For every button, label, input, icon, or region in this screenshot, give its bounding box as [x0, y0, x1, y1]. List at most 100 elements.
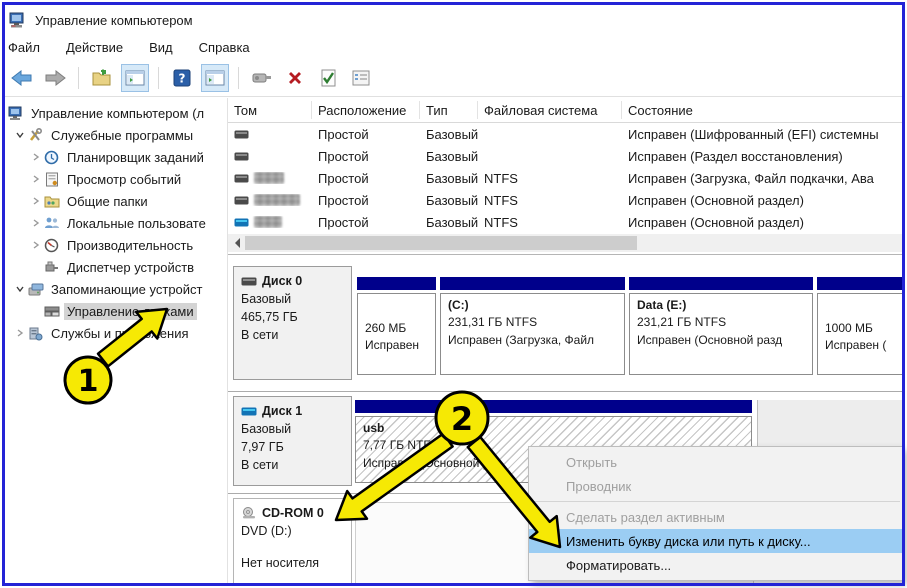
volume-row[interactable]: Простой Базовый Исправен (Раздел восстан… [228, 145, 902, 167]
sidebar-item-performance[interactable]: Производительность [5, 234, 227, 256]
horizontal-scrollbar[interactable] [228, 234, 902, 252]
chevron-down-icon[interactable] [13, 130, 27, 140]
sidebar-item-label: Производительность [64, 237, 196, 254]
help-button[interactable]: ? [168, 64, 196, 92]
users-icon [43, 216, 60, 230]
properties-button[interactable] [347, 64, 375, 92]
column-header-status[interactable]: Состояние [622, 101, 902, 119]
scrollbar-thumb[interactable] [245, 236, 637, 250]
partition-color-bar [440, 277, 625, 290]
sidebar-item-local-users[interactable]: Локальные пользовате [5, 212, 227, 234]
removable-volume-icon [234, 218, 249, 227]
disk0-size: 465,75 ГБ [241, 308, 344, 326]
disk1-info[interactable]: Диск 1 Базовый 7,97 ГБ В сети [233, 396, 352, 486]
sidebar-item-event-viewer[interactable]: Просмотр событий [5, 168, 227, 190]
partition-context-menu: Открыть Проводник Сделать раздел активны… [528, 446, 903, 581]
partition-c[interactable]: (C:) 231,31 ГБ NTFS Исправен (Загрузка, … [440, 277, 625, 375]
computer-management-window: Управление компьютером Файл Действие Вид… [0, 0, 907, 588]
back-button[interactable] [8, 64, 36, 92]
show-tree-pane-icon [125, 70, 145, 86]
chevron-right-icon[interactable] [29, 240, 43, 250]
console-icon [252, 71, 272, 85]
disk-management-icon [43, 305, 60, 317]
toolbar-separator [238, 67, 239, 89]
volume-icon [234, 130, 249, 139]
volume-icon [234, 196, 249, 205]
storage-icon [27, 282, 44, 296]
partition-color-bar [817, 277, 902, 290]
forward-icon [44, 70, 66, 86]
column-header-type[interactable]: Тип [420, 101, 478, 119]
title-bar: Управление компьютером [8, 8, 193, 32]
menu-view[interactable]: Вид [149, 40, 173, 55]
sidebar-item-computer-management[interactable]: Управление компьютером (л [5, 102, 227, 124]
sidebar-item-label: Планировщик заданий [64, 149, 207, 166]
open-folder-button[interactable] [88, 64, 116, 92]
sidebar-item-device-manager[interactable]: Диспетчер устройств [5, 256, 227, 278]
menu-item-change-drive-letter[interactable]: Изменить букву диска или путь к диску... [529, 529, 902, 553]
check-disk-button[interactable] [314, 64, 342, 92]
services-icon [27, 326, 44, 341]
disk1-type: Базовый [241, 420, 344, 438]
column-header-layout[interactable]: Расположение [312, 101, 420, 119]
forward-button[interactable] [41, 64, 69, 92]
back-icon [11, 70, 33, 86]
show-tree-pane-button[interactable] [121, 64, 149, 92]
disk0-status: В сети [241, 326, 344, 344]
device-manager-icon [43, 260, 60, 274]
redacted-volume-name [254, 216, 282, 228]
console-button[interactable] [248, 64, 276, 92]
disk1-size: 7,97 ГБ [241, 438, 344, 456]
chevron-down-icon[interactable] [13, 284, 27, 294]
sidebar-item-task-scheduler[interactable]: Планировщик заданий [5, 146, 227, 168]
menu-file[interactable]: Файл [8, 40, 40, 55]
volume-row[interactable]: Простой Базовый NTFS Исправен (Загрузка,… [228, 167, 902, 189]
menu-help[interactable]: Справка [199, 40, 250, 55]
partition-system[interactable]: 260 МБ Исправен [357, 277, 436, 375]
sidebar-item-disk-management[interactable]: Управление дисками [5, 300, 227, 322]
menu-item-explorer[interactable]: Проводник [529, 474, 902, 498]
sidebar-item-label: Просмотр событий [64, 171, 184, 188]
partition-data-e[interactable]: Data (E:) 231,21 ГБ NTFS Исправен (Основ… [629, 277, 813, 375]
partition-color-bar [357, 277, 436, 290]
sidebar-item-services-apps[interactable]: Службы и приложения [5, 322, 227, 344]
chevron-right-icon[interactable] [29, 174, 43, 184]
volume-list: Том Расположение Тип Файловая система Со… [228, 98, 902, 234]
disk0-info[interactable]: Диск 0 Базовый 465,75 ГБ В сети [233, 266, 352, 380]
sidebar-item-shared-folders[interactable]: Общие папки [5, 190, 227, 212]
delete-button[interactable] [281, 64, 309, 92]
menu-item-open[interactable]: Открыть [529, 450, 902, 474]
volume-icon [234, 152, 249, 161]
chevron-right-icon[interactable] [29, 196, 43, 206]
console-tree: Управление компьютером (л Служебные прог… [5, 98, 228, 583]
volume-row[interactable]: Простой Базовый NTFS Исправен (Основной … [228, 189, 902, 211]
disk-icon [241, 277, 257, 286]
partition-color-bar [629, 277, 813, 290]
volume-row[interactable]: Простой Базовый Исправен (Шифрованный (E… [228, 123, 902, 145]
sidebar-item-storage[interactable]: Запоминающие устройст [5, 278, 227, 300]
chevron-right-icon[interactable] [13, 328, 27, 338]
toolbar: ? [8, 62, 375, 94]
partition-color-bar [355, 400, 752, 413]
chevron-right-icon[interactable] [29, 152, 43, 162]
cdrom-info[interactable]: CD-ROM 0 DVD (D:) Нет носителя [233, 498, 352, 583]
sidebar-item-label: Управление компьютером (л [28, 105, 207, 122]
toolbar-separator [158, 67, 159, 89]
sidebar-item-label: Локальные пользовате [64, 215, 209, 232]
toolbar-separator [78, 67, 79, 89]
open-folder-icon [92, 69, 112, 87]
menu-item-format[interactable]: Форматировать... [529, 553, 902, 577]
show-action-pane-button[interactable] [201, 64, 229, 92]
partition-recovery[interactable]: 1000 МБ Исправен ( [817, 277, 902, 375]
sidebar-item-system-tools[interactable]: Служебные программы [5, 124, 227, 146]
column-header-filesystem[interactable]: Файловая система [478, 101, 622, 119]
column-header-volume[interactable]: Том [228, 101, 312, 119]
chevron-right-icon[interactable] [29, 218, 43, 228]
menu-item-mark-active[interactable]: Сделать раздел активным [529, 505, 902, 529]
scroll-left-icon[interactable] [228, 234, 245, 252]
performance-icon [43, 238, 60, 253]
menu-action[interactable]: Действие [66, 40, 123, 55]
volume-row[interactable]: Простой Базовый NTFS Исправен (Основной … [228, 211, 902, 233]
tools-icon [27, 128, 44, 143]
sidebar-item-label: Служебные программы [48, 127, 196, 144]
